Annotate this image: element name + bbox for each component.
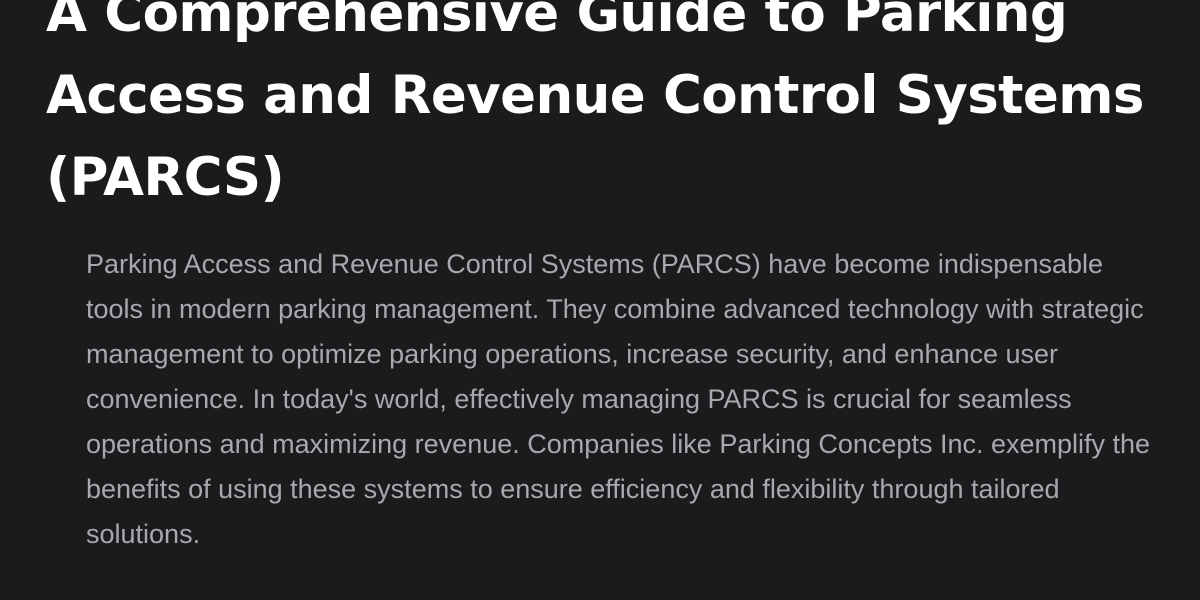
article-intro-paragraph: Parking Access and Revenue Control Syste… — [86, 249, 1151, 549]
article-page: A Comprehensive Guide to Parking Access … — [0, 0, 1200, 600]
article-title: A Comprehensive Guide to Parking Access … — [46, 0, 1144, 208]
